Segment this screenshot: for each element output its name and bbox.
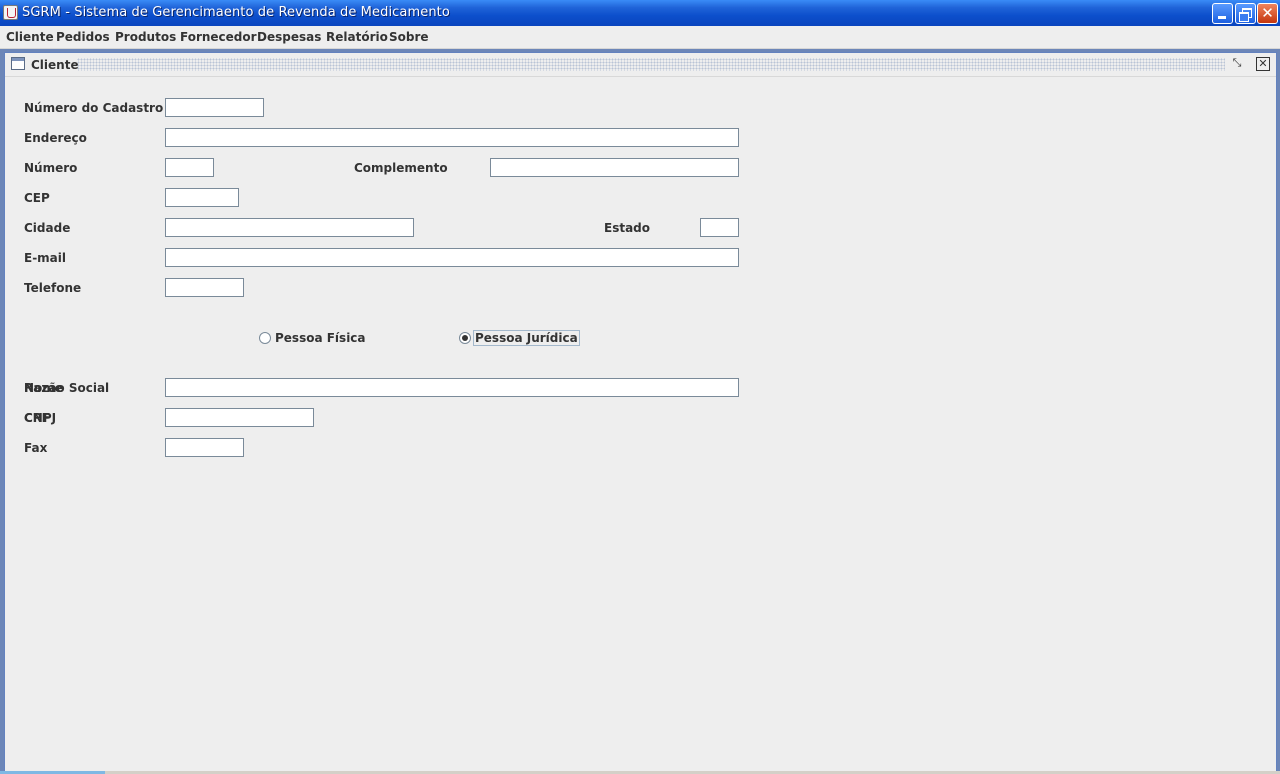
cliente-internal-frame: Cliente ⤡ ✕ Número do Cadastro Endereço … — [4, 52, 1277, 774]
menu-pedidos[interactable]: Pedidos — [56, 30, 110, 44]
email-label: E-mail — [24, 251, 67, 265]
window-title-bar[interactable]: SGRM - Sistema de Gerencimaento de Reven… — [0, 0, 1280, 26]
internal-frame-title-bar[interactable]: Cliente ⤡ ✕ — [5, 53, 1276, 77]
pessoa-juridica-radio[interactable] — [459, 332, 471, 344]
complemento-input[interactable] — [490, 158, 739, 177]
numero-cadastro-input[interactable] — [165, 98, 264, 117]
close-button[interactable]: ✕ — [1257, 3, 1278, 24]
restore-icon-front — [1239, 12, 1249, 22]
menu-bar: Cliente Pedidos Produtos Fornecedor Desp… — [0, 26, 1280, 49]
email-input[interactable] — [165, 248, 739, 267]
menu-despesas[interactable]: Despesas — [257, 30, 321, 44]
pessoa-fisica-label[interactable]: Pessoa Física — [275, 331, 366, 345]
internal-frame-title: Cliente — [31, 58, 79, 72]
minimize-button[interactable] — [1212, 3, 1233, 24]
telefone-label: Telefone — [24, 281, 82, 295]
menu-cliente[interactable]: Cliente — [6, 30, 54, 44]
estado-input[interactable] — [700, 218, 739, 237]
estado-label: Estado — [604, 221, 651, 235]
numero-input[interactable] — [165, 158, 214, 177]
menu-produtos[interactable]: Produtos — [115, 30, 176, 44]
pessoa-juridica-label[interactable]: Pessoa Jurídica — [473, 330, 580, 346]
window-title: SGRM - Sistema de Gerencimaento de Reven… — [22, 5, 450, 20]
fax-input[interactable] — [165, 438, 244, 457]
menu-fornecedor[interactable]: Fornecedor — [180, 30, 257, 44]
fax-label: Fax — [24, 441, 48, 455]
cep-label: CEP — [24, 191, 50, 205]
complemento-label: Complemento — [354, 161, 448, 175]
cnpj-input[interactable] — [165, 408, 314, 427]
java-app-icon — [3, 5, 18, 20]
cnpj-label: CNPJ — [24, 411, 57, 425]
telefone-input[interactable] — [165, 278, 244, 297]
numero-cadastro-label: Número do Cadastro — [24, 101, 164, 115]
menu-relatorio[interactable]: Relatório — [326, 30, 388, 44]
frame-close-button[interactable]: ✕ — [1256, 57, 1270, 71]
minimize-icon — [1218, 16, 1226, 19]
pessoa-fisica-radio[interactable] — [259, 332, 271, 344]
cep-input[interactable] — [165, 188, 239, 207]
menu-sobre[interactable]: Sobre — [389, 30, 429, 44]
frame-restore-button[interactable]: ⤡ — [1230, 57, 1244, 71]
frame-icon — [11, 57, 25, 70]
endereco-label: Endereço — [24, 131, 87, 145]
endereco-input[interactable] — [165, 128, 739, 147]
cidade-input[interactable] — [165, 218, 414, 237]
razao-social-input[interactable] — [165, 378, 739, 397]
razao-social-label: Razão Social — [24, 381, 110, 395]
close-icon: ✕ — [1261, 4, 1274, 22]
desktop-pane: Cliente ⤡ ✕ Número do Cadastro Endereço … — [0, 49, 1280, 774]
cidade-label: Cidade — [24, 221, 71, 235]
title-bar-texture — [77, 58, 1225, 71]
numero-label: Número — [24, 161, 78, 175]
maximize-button[interactable] — [1235, 3, 1256, 24]
